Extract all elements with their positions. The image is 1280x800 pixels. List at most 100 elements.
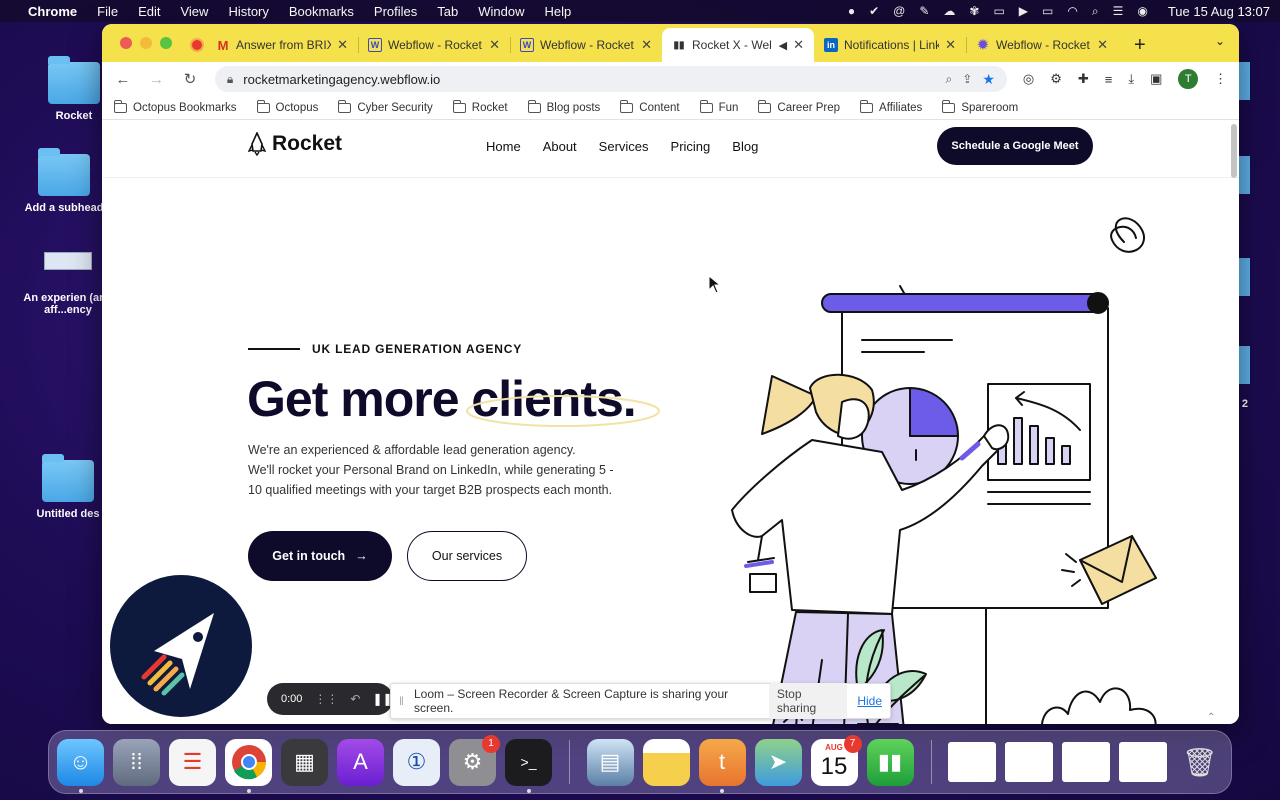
menu-history[interactable]: History <box>228 4 268 19</box>
finder-icon[interactable]: ☺ <box>57 738 104 793</box>
feather-icon[interactable]: ✎ <box>919 4 929 18</box>
calculator-icon[interactable]: ▦ <box>281 738 328 786</box>
1password-icon[interactable]: ① <box>393 738 440 786</box>
bookmark-octopus-bookmarks[interactable]: Octopus Bookmarks <box>114 99 237 114</box>
back-button[interactable]: ← <box>114 71 132 88</box>
battery-icon[interactable]: ▭ <box>1042 4 1053 18</box>
our-services-button[interactable]: Our services <box>407 531 527 581</box>
chevron-down-icon[interactable]: ⌄ <box>1215 34 1225 48</box>
extension-gear-icon[interactable]: ⚙ <box>1050 71 1062 87</box>
wifi-icon[interactable]: ◠ <box>1067 4 1077 18</box>
calendar-icon[interactable]: AUG 15 7 <box>810 734 862 786</box>
bookmark-blog-posts[interactable]: Blog posts <box>527 99 600 114</box>
siri-icon[interactable]: ◉ <box>1137 4 1147 18</box>
stop-sharing-button[interactable]: Stop sharing <box>768 683 848 719</box>
minimized-window-thumbnail[interactable] <box>948 742 996 782</box>
drag-handle-icon[interactable]: ‖ <box>399 694 404 708</box>
url-text[interactable]: rocketmarketingagency.webflow.io <box>243 72 935 87</box>
bookmark-career-prep[interactable]: Career Prep <box>758 99 840 114</box>
tab-gmail[interactable]: M Answer from BRIX ✕ <box>206 28 358 62</box>
zoom-icon[interactable]: ⌕ <box>946 72 953 87</box>
nav-about[interactable]: About <box>543 139 577 154</box>
close-icon[interactable]: ✕ <box>489 37 500 53</box>
notes-icon[interactable] <box>642 738 690 786</box>
close-icon[interactable]: ✕ <box>1097 37 1108 53</box>
reload-button[interactable]: ↻ <box>181 70 199 88</box>
launchpad-icon[interactable]: ⁞⁞ <box>113 738 160 786</box>
minimized-window-thumbnail[interactable] <box>1119 742 1167 782</box>
maps-icon[interactable]: ➤ <box>754 738 802 786</box>
speaker-muted-icon[interactable]: ◀︎ <box>779 39 787 52</box>
close-icon[interactable]: ✕ <box>337 37 348 53</box>
hide-button[interactable]: Hide <box>857 694 882 708</box>
menu-clock[interactable]: Tue 15 Aug 13:07 <box>1168 4 1270 19</box>
share-icon[interactable]: ⇪ <box>962 72 972 86</box>
menu-profiles[interactable]: Profiles <box>374 4 417 19</box>
reminders-icon[interactable]: ☰ <box>169 738 216 786</box>
minimized-window-thumbnail[interactable] <box>1062 742 1110 782</box>
schedule-meet-button[interactable]: Schedule a Google Meet <box>937 127 1093 165</box>
get-in-touch-button[interactable]: Get in touch → <box>248 531 392 581</box>
download-icon[interactable]: ⤓ <box>1128 71 1134 87</box>
menu-tab[interactable]: Tab <box>437 4 458 19</box>
new-tab-button[interactable]: + <box>1134 34 1146 57</box>
undo-icon[interactable]: ↶ <box>350 692 360 706</box>
tab-linkedin[interactable]: in Notifications | Link ✕ <box>814 28 966 62</box>
cloud-icon[interactable]: ☁ <box>943 4 955 18</box>
side-panel-icon[interactable]: ▣ <box>1150 71 1162 87</box>
nav-pricing[interactable]: Pricing <box>671 139 711 154</box>
address-bar[interactable]: 🔒︎ rocketmarketingagency.webflow.io ⌕ ⇪ … <box>214 66 1007 92</box>
menu-bookmarks[interactable]: Bookmarks <box>289 4 354 19</box>
desktop-folder-subhead[interactable]: Add a subhead <box>16 148 112 214</box>
menu-dots-icon[interactable]: ⋮ <box>1214 71 1227 87</box>
bookmark-spareroom[interactable]: Spareroom <box>942 99 1018 114</box>
nav-services[interactable]: Services <box>599 139 649 154</box>
chrome-icon[interactable] <box>225 738 272 793</box>
nav-home[interactable]: Home <box>486 139 521 154</box>
check-circle-icon[interactable]: ✔ <box>869 4 879 18</box>
lock-icon[interactable]: 🔒︎ <box>227 72 233 87</box>
tab-rocket-active[interactable]: ▮▮ Rocket X - Wel ◀︎ ✕ <box>662 28 814 62</box>
profile-avatar[interactable]: T <box>1178 69 1198 89</box>
close-window-button[interactable] <box>120 37 132 49</box>
affinity-icon[interactable]: A <box>337 738 384 786</box>
preview-icon[interactable]: ▤ <box>586 738 634 786</box>
close-icon[interactable]: ✕ <box>641 37 652 53</box>
control-center-icon[interactable]: ☰ <box>1113 4 1124 18</box>
toggl-icon[interactable]: t <box>698 738 746 793</box>
extensions-puzzle-icon[interactable]: ✚ <box>1078 71 1089 87</box>
nav-blog[interactable]: Blog <box>732 139 758 154</box>
drag-handle-icon[interactable]: ⋮⋮ <box>314 692 338 706</box>
loom-camera-bubble[interactable] <box>107 572 255 720</box>
menu-app-name[interactable]: Chrome <box>28 4 77 19</box>
close-icon[interactable]: ✕ <box>945 37 956 53</box>
chevron-up-icon[interactable]: ⌃ <box>1207 712 1215 723</box>
bookmark-affiliates[interactable]: Affiliates <box>860 99 922 114</box>
butterfly-icon[interactable]: ✾ <box>969 4 979 18</box>
menu-edit[interactable]: Edit <box>138 4 160 19</box>
bookmark-fun[interactable]: Fun <box>699 99 738 114</box>
trash-icon[interactable]: 🗑︎ <box>1176 739 1223 786</box>
bookmark-octopus[interactable]: Octopus <box>256 99 318 114</box>
forward-button[interactable]: → <box>148 71 166 88</box>
search-icon[interactable]: ⌕ <box>1092 4 1099 19</box>
tab-webflow-3[interactable]: ✹ Webflow - Rocket ✕ <box>966 28 1118 62</box>
tab-webflow-2[interactable]: W Webflow - Rocket ✕ <box>510 28 662 62</box>
menu-file[interactable]: File <box>97 4 118 19</box>
extension-grammar-icon[interactable]: ◎ <box>1023 71 1034 87</box>
bookmark-rocket[interactable]: Rocket <box>452 99 508 114</box>
play-circle-icon[interactable]: ▶ <box>1019 4 1028 18</box>
menu-view[interactable]: View <box>180 4 208 19</box>
at-sign-icon[interactable]: @ <box>893 4 905 18</box>
terminal-icon[interactable]: >_ <box>505 738 552 793</box>
tab-webflow-1[interactable]: W Webflow - Rocket ✕ <box>358 28 510 62</box>
bookmark-cyber-security[interactable]: Cyber Security <box>338 99 433 114</box>
grammarly-icon[interactable]: ● <box>848 4 855 18</box>
screen-icon[interactable]: ▭ <box>993 4 1004 18</box>
menu-window[interactable]: Window <box>478 4 524 19</box>
system-settings-icon[interactable]: ⚙ 1 <box>449 734 500 786</box>
bookmark-content[interactable]: Content <box>620 99 680 114</box>
minimized-window-thumbnail[interactable] <box>1005 742 1053 782</box>
close-icon[interactable]: ✕ <box>793 37 804 53</box>
numbers-icon[interactable]: ▮▮ <box>866 738 914 786</box>
